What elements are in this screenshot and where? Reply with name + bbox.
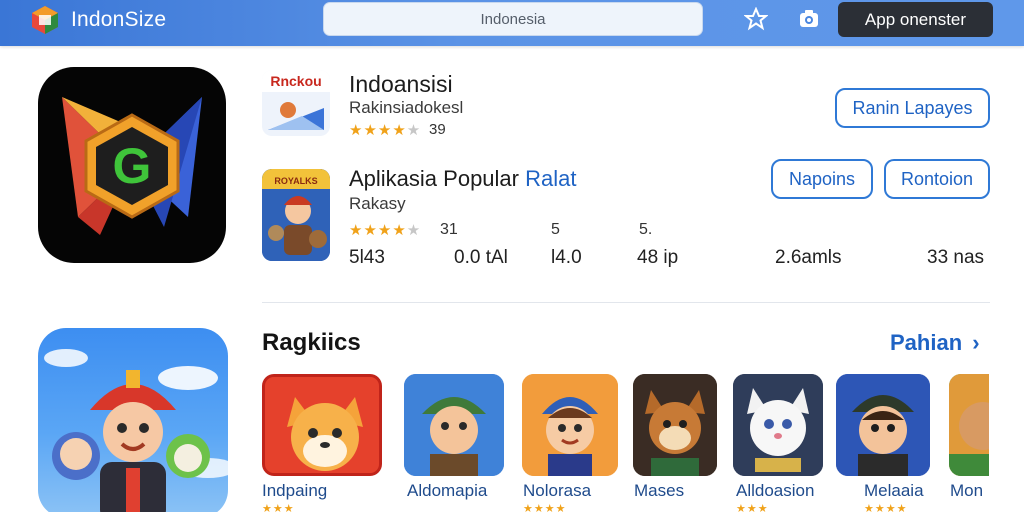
featured-rating-count: 39: [429, 121, 446, 138]
popular-stat-4: 48 ip: [637, 247, 679, 268]
app-card-label[interactable]: Melaaia: [864, 481, 924, 501]
popular-title-accent: Ralat: [525, 166, 577, 191]
search-input[interactable]: Indonesia: [323, 2, 703, 36]
game-character-icon: ROYALKS: [262, 169, 330, 261]
app-card-label[interactable]: Indpaing: [262, 481, 327, 501]
popular-rating-count: 31: [440, 221, 458, 238]
app-button[interactable]: App onenster: [838, 2, 993, 37]
popular-subtitle: Rakasy: [349, 194, 406, 213]
app-card-label[interactable]: Aldomapia: [407, 481, 487, 501]
game-art-icon: Rnckou: [262, 70, 330, 130]
app-card-stars: ★★★★: [864, 503, 908, 512]
popular-stat-2: 0.0 tAl: [454, 247, 508, 268]
section-title: Ragkiics: [262, 329, 361, 356]
explorer-character-icon: [404, 374, 504, 476]
popular-rating-stars: ★★★★★: [349, 222, 422, 239]
squirrel-icon: [633, 374, 717, 476]
featured-title[interactable]: Indoansisi: [349, 71, 453, 98]
hexagon-g-icon: G: [62, 97, 202, 235]
app-card-stars: ★★★★: [523, 503, 567, 512]
hero-app-icon[interactable]: [38, 328, 228, 512]
camera-icon[interactable]: [797, 7, 821, 31]
popular-title[interactable]: Aplikasia Popular Ralat: [349, 166, 576, 192]
see-all-label: Pahian: [890, 330, 963, 355]
popular-stat-1: 5l43: [349, 247, 385, 268]
search-placeholder: Indonesia: [480, 11, 546, 28]
logo-icon[interactable]: [31, 5, 59, 35]
app-card-label[interactable]: Nolorasa: [523, 481, 591, 501]
app-card[interactable]: [733, 374, 823, 476]
fox-icon: [265, 377, 379, 473]
boy-character-icon: [522, 374, 618, 476]
popular-stat-3: l4.0: [551, 247, 582, 268]
svg-text:ROYALKS: ROYALKS: [274, 176, 317, 186]
partial-app-icon: [949, 374, 989, 476]
popular-stat-label-2: 5.: [639, 221, 653, 238]
popular-thumbnail[interactable]: ROYALKS: [262, 169, 330, 261]
see-all-link[interactable]: Pahian ›: [890, 330, 980, 356]
popular-button-2[interactable]: Rontoion: [884, 159, 990, 199]
app-card-label[interactable]: Alldoasion: [736, 481, 814, 501]
featured-thumbnail[interactable]: Rnckou: [262, 70, 330, 136]
app-card[interactable]: [404, 374, 504, 476]
chevron-right-icon: ›: [972, 330, 980, 355]
app-card-label[interactable]: Mon: [950, 481, 983, 501]
app-card-stars: ★★★: [262, 503, 295, 512]
popular-stat-6: 33 nas: [927, 247, 985, 268]
featured-app-icon[interactable]: G: [38, 67, 226, 263]
app-card-stars: ★★★: [736, 503, 769, 512]
app-card[interactable]: [633, 374, 717, 476]
svg-text:G: G: [113, 138, 152, 194]
section-divider: [262, 302, 990, 303]
app-card-label[interactable]: Mases: [634, 481, 684, 501]
popular-stat-label-1: 5: [551, 221, 560, 238]
featured-action-button[interactable]: Ranin Lapayes: [835, 88, 990, 128]
featured-subtitle: Rakinsiadokesl: [349, 98, 464, 117]
popular-stat-5: 2.6amls: [775, 247, 842, 268]
top-bar: IndonSize Indonesia App onenster: [0, 0, 1024, 46]
star-badge-icon[interactable]: [744, 7, 768, 31]
app-card[interactable]: [949, 374, 989, 476]
featured-rating-stars: ★★★★★: [349, 122, 422, 139]
popular-title-text: Aplikasia Popular: [349, 166, 519, 191]
app-card[interactable]: [522, 374, 618, 476]
app-card[interactable]: [836, 374, 930, 476]
soldier-character-icon: [836, 374, 930, 476]
popular-button-1[interactable]: Napoins: [771, 159, 873, 199]
brand-name[interactable]: IndonSize: [71, 8, 166, 32]
svg-text:Rnckou: Rnckou: [270, 73, 321, 89]
app-card[interactable]: [262, 374, 382, 476]
cartoon-characters-icon: [44, 349, 228, 512]
cat-icon: [733, 374, 823, 476]
